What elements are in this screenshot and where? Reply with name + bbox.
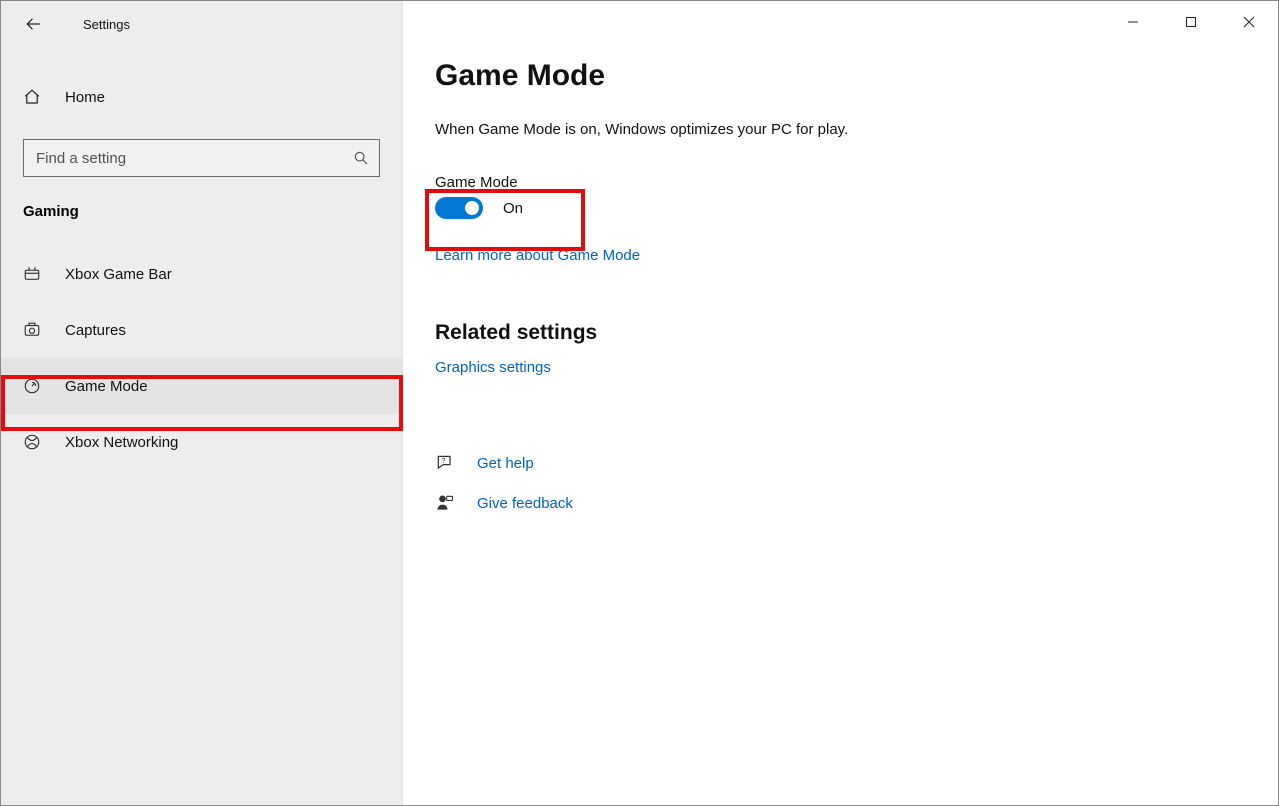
feedback-icon — [435, 493, 455, 513]
maximize-button[interactable] — [1162, 1, 1220, 43]
sidebar-item-xbox-networking[interactable]: Xbox Networking — [1, 414, 402, 470]
sidebar-item-label: Captures — [65, 322, 126, 339]
titlebar: Settings — [1, 1, 402, 47]
graphics-settings-link[interactable]: Graphics settings — [435, 359, 551, 376]
help-icon: ? — [435, 453, 455, 473]
sidebar-item-label: Game Mode — [65, 378, 148, 395]
game-mode-toggle[interactable] — [435, 197, 483, 219]
close-button[interactable] — [1220, 1, 1278, 43]
gamemode-icon — [23, 377, 41, 395]
app-title: Settings — [83, 17, 130, 32]
home-nav[interactable]: Home — [1, 69, 402, 125]
sidebar-item-label: Xbox Networking — [65, 434, 178, 451]
sidebar: Settings Home Gamin — [1, 1, 403, 805]
home-label: Home — [65, 89, 105, 106]
back-button[interactable] — [23, 13, 45, 35]
close-icon — [1243, 16, 1255, 28]
search-input[interactable] — [36, 150, 353, 167]
toggle-state: On — [503, 200, 523, 217]
sidebar-item-label: Xbox Game Bar — [65, 266, 172, 283]
nav-list: Xbox Game Bar Captures — [1, 246, 402, 470]
category-header: Gaming — [23, 203, 402, 220]
back-arrow-icon — [25, 15, 43, 33]
give-feedback-row[interactable]: Give feedback — [435, 483, 1278, 523]
gamebar-icon — [23, 265, 41, 283]
svg-text:?: ? — [441, 456, 445, 465]
game-mode-toggle-block: Game Mode On — [435, 170, 1278, 223]
search-box[interactable] — [23, 139, 380, 177]
home-icon — [23, 88, 41, 106]
give-feedback-link[interactable]: Give feedback — [477, 495, 573, 512]
minimize-button[interactable] — [1104, 1, 1162, 43]
toggle-label: Game Mode — [435, 174, 1278, 191]
toggle-knob — [465, 201, 479, 215]
get-help-row[interactable]: ? Get help — [435, 443, 1278, 483]
learn-more-link[interactable]: Learn more about Game Mode — [435, 247, 640, 264]
related-settings-header: Related settings — [435, 321, 1278, 345]
maximize-icon — [1185, 16, 1197, 28]
minimize-icon — [1127, 16, 1139, 28]
sidebar-item-game-mode[interactable]: Game Mode — [1, 358, 402, 414]
xbox-icon — [23, 433, 41, 451]
main-content: Game Mode When Game Mode is on, Windows … — [403, 1, 1278, 805]
sidebar-item-captures[interactable]: Captures — [1, 302, 402, 358]
get-help-link[interactable]: Get help — [477, 455, 534, 472]
sidebar-item-xbox-game-bar[interactable]: Xbox Game Bar — [1, 246, 402, 302]
page-title: Game Mode — [435, 59, 1278, 93]
search-icon — [353, 150, 369, 166]
page-description: When Game Mode is on, Windows optimizes … — [435, 121, 1278, 138]
captures-icon — [23, 321, 41, 339]
